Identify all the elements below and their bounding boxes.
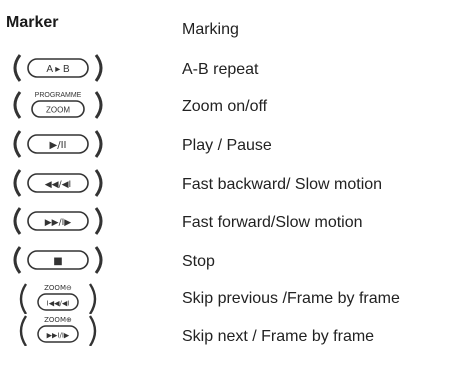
ab-repeat-icon: A ▸ B <box>6 51 110 85</box>
marker-legend: Marker Marking A ▸ B A-B repeat PROGRAMM… <box>0 0 476 380</box>
svg-text:I◀◀/◀I: I◀◀/◀I <box>47 300 70 308</box>
stop-label: Stop <box>182 253 215 270</box>
ab-repeat-label: A-B repeat <box>182 61 259 78</box>
play-pause-icon: ▶/II <box>6 127 110 161</box>
legend-row-ab-repeat: A ▸ B A-B repeat <box>0 51 476 89</box>
svg-text:ZOOM⊖: ZOOM⊖ <box>44 284 72 292</box>
play-pause-label: Play / Pause <box>182 137 272 154</box>
legend-row-play-pause: ▶/II Play / Pause <box>0 127 476 165</box>
svg-text:▶▶/I▶: ▶▶/I▶ <box>45 218 72 228</box>
svg-text:■: ■ <box>53 256 62 267</box>
zoom-icon: PROGRAMME ZOOM <box>6 88 110 122</box>
fast-backward-icon: ◀◀/◀I <box>6 166 110 200</box>
fast-forward-icon: ▶▶/I▶ <box>6 204 110 238</box>
skip-next-icon: ZOOM⊕ ▶▶I/I▶ <box>6 312 110 346</box>
svg-text:A ▸ B: A ▸ B <box>46 64 70 75</box>
svg-text:PROGRAMME: PROGRAMME <box>35 92 82 99</box>
skip-previous-label: Skip previous /Frame by frame <box>182 290 400 307</box>
legend-row-zoom: PROGRAMME ZOOM Zoom on/off <box>0 88 476 126</box>
legend-row-skip-next: ZOOM⊕ ▶▶I/I▶ Skip next / Frame by frame <box>0 312 476 350</box>
skip-next-label: Skip next / Frame by frame <box>182 328 375 345</box>
legend-row-stop: ■ Stop <box>0 243 476 281</box>
svg-text:ZOOM⊕: ZOOM⊕ <box>44 316 72 324</box>
svg-text:▶▶I/I▶: ▶▶I/I▶ <box>47 332 70 340</box>
marker-column-header: Marker <box>6 14 59 31</box>
svg-text:▶/II: ▶/II <box>50 140 67 151</box>
fast-backward-label: Fast backward/ Slow motion <box>182 176 383 193</box>
skip-previous-icon: ZOOM⊖ I◀◀/◀I <box>6 280 110 314</box>
legend-row-fast-forward: ▶▶/I▶ Fast forward/Slow motion <box>0 204 476 242</box>
svg-text:ZOOM: ZOOM <box>46 106 70 115</box>
fast-forward-label: Fast forward/Slow motion <box>182 214 363 231</box>
marking-column-header: Marking <box>182 21 239 38</box>
svg-text:◀◀/◀I: ◀◀/◀I <box>45 180 71 190</box>
zoom-label: Zoom on/off <box>182 98 268 115</box>
stop-icon: ■ <box>6 243 110 277</box>
legend-row-fast-backward: ◀◀/◀I Fast backward/ Slow motion <box>0 166 476 204</box>
